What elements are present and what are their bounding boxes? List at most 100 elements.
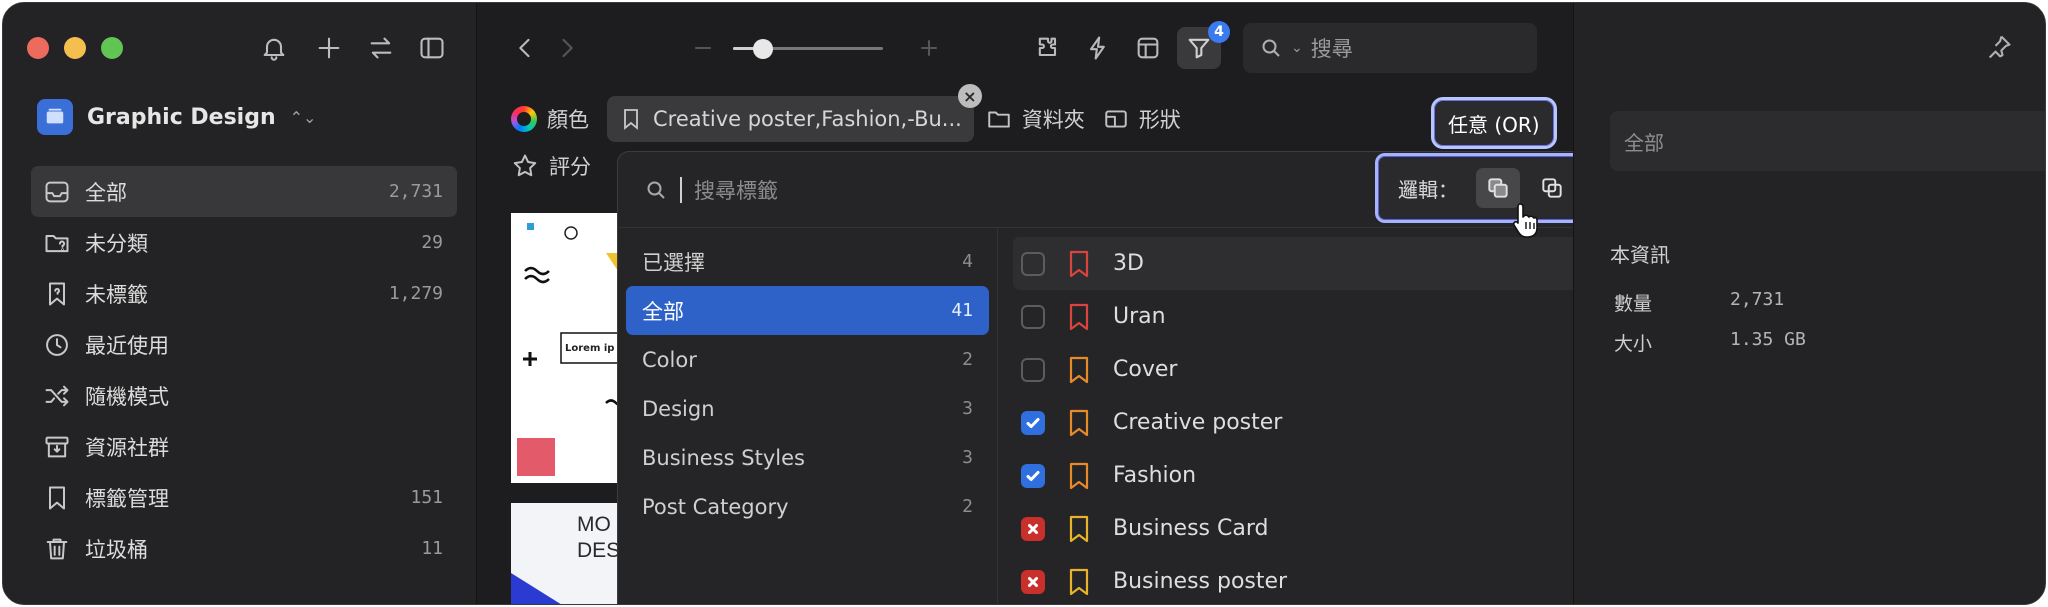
inspector-panel: 全部 本資訊 數量 2,731 大小 1.35 GB [1573, 3, 2045, 604]
tag-checkbox[interactable] [1021, 251, 1045, 276]
close-window-button[interactable] [27, 37, 49, 59]
tag-checkbox[interactable] [1021, 410, 1045, 435]
tag-row[interactable]: 3D27 [1013, 237, 1632, 290]
sidebar-item-label: 標籤管理 [85, 486, 169, 511]
tag-group-count: 41 [951, 300, 973, 321]
asset-thumbnail[interactable]: Lorem ip [511, 213, 626, 483]
forward-icon[interactable] [550, 31, 584, 65]
sidebar-item[interactable]: 資源社群 [31, 421, 457, 472]
sidebar-item[interactable]: 標籤管理 151 [31, 472, 457, 523]
sidebar-item-count: 1,279 [388, 283, 443, 304]
tag-icon [1067, 356, 1091, 384]
tag-group-count: 4 [962, 251, 973, 272]
sidebar-item[interactable]: 全部 2,731 [31, 166, 457, 217]
tag-search-placeholder: 搜尋標籤 [694, 178, 778, 203]
color-filter[interactable]: 顏色 [511, 104, 589, 134]
tag-group-item[interactable]: Post Category 2 [626, 482, 989, 531]
zoom-window-button[interactable] [101, 37, 123, 59]
tag-group-count: 2 [962, 349, 973, 370]
rating-filter-label: 評分 [549, 155, 591, 179]
bell-icon[interactable] [257, 31, 291, 65]
tag-row[interactable]: Business poster6 [1013, 555, 1632, 604]
shuffle-icon [45, 385, 69, 406]
folder-filter-label: 資料夾 [1021, 108, 1085, 132]
pointer-hand-icon [1512, 203, 1538, 238]
tag-row[interactable]: Uran13 [1013, 290, 1632, 343]
x-icon [1028, 523, 1038, 534]
tag-list: 3D27Uran13Cover29Creative poster5Fashion… [999, 229, 1646, 604]
sidebar-item[interactable]: 未標籤 1,279 [31, 268, 457, 319]
tag-checkbox[interactable] [1021, 304, 1045, 329]
tag-icon [1067, 462, 1091, 490]
tag-group-item[interactable]: Business Styles 3 [626, 433, 989, 482]
library-name: Graphic Design [87, 104, 276, 130]
tag-group-item[interactable]: 已選擇 4 [626, 237, 989, 286]
logic-label: 邏輯： [1398, 177, 1458, 202]
sidebar-item-label: 未標籤 [85, 282, 148, 307]
pin-icon[interactable] [1985, 33, 2015, 63]
sidebar-item[interactable]: 最近使用 [31, 319, 457, 370]
tag-group-item[interactable]: 全部 41 [626, 286, 989, 335]
tag-checkbox[interactable] [1021, 516, 1045, 541]
folder-filter[interactable]: 資料夾 [986, 104, 1085, 134]
sidebar-item[interactable]: 未分類 29 [31, 217, 457, 268]
sidebar-item-count: 11 [421, 538, 443, 559]
tag-checkbox[interactable] [1021, 463, 1045, 488]
tag-row[interactable]: Fashion280 [1013, 449, 1632, 502]
tag-filter-label: Creative poster,Fashion,-Bu... [653, 107, 962, 131]
tag-name: Cover [1113, 357, 1178, 382]
lightning-icon[interactable] [1081, 31, 1115, 65]
library-icon [37, 99, 73, 135]
shape-filter[interactable]: 形狀 [1103, 104, 1181, 134]
tag-question-icon [49, 282, 65, 305]
search-icon [1262, 39, 1280, 57]
minimize-window-button[interactable] [64, 37, 86, 59]
tag-checkbox[interactable] [1021, 357, 1045, 382]
sidebar-item[interactable]: 垃圾桶 11 [31, 523, 457, 574]
union-icon [1488, 178, 1508, 198]
search-input[interactable]: ⌄ 搜尋 [1243, 23, 1537, 73]
folder-icon [988, 111, 1010, 128]
layout-icon[interactable] [1131, 31, 1165, 65]
x-icon [1028, 576, 1038, 587]
sidebar-item-label: 隨機模式 [85, 384, 169, 409]
tag-row[interactable]: Creative poster5 [1013, 396, 1632, 449]
sidebar-item-count: 2,731 [388, 181, 443, 202]
sidebar-item-label: 全部 [85, 180, 127, 205]
tag-row[interactable]: Business Card44 [1013, 502, 1632, 555]
trash-icon [46, 538, 68, 559]
tag-group-item[interactable]: Color 2 [626, 335, 989, 384]
inspector-field[interactable]: 全部 [1610, 111, 2045, 171]
check-icon [1026, 470, 1040, 481]
zoom-out-icon[interactable] [686, 31, 720, 65]
tag-filter-chip[interactable]: Creative poster,Fashion,-Bu... × [607, 84, 982, 142]
tag-group-label: Color [642, 347, 697, 372]
tag-group-label: Post Category [642, 494, 789, 519]
intersect-icon [1542, 178, 1562, 198]
zoom-slider-knob[interactable] [753, 39, 773, 59]
shape-icon [1105, 110, 1127, 128]
tag-group-label: Business Styles [642, 445, 805, 470]
clear-tag-filter-icon[interactable]: × [957, 84, 982, 108]
tag-group-item[interactable]: Design 3 [626, 384, 989, 433]
tag-checkbox[interactable] [1021, 569, 1045, 594]
puzzle-icon[interactable] [1031, 31, 1065, 65]
color-wheel-icon [511, 106, 537, 132]
tag-row[interactable]: Cover29 [1013, 343, 1632, 396]
search-placeholder: 搜尋 [1310, 37, 1353, 61]
filter-icon [1188, 38, 1210, 59]
zoom-in-icon[interactable] [912, 31, 946, 65]
sidebar-item[interactable]: 隨機模式 [31, 370, 457, 421]
color-filter-label: 顏色 [547, 108, 589, 132]
app-window: Graphic Design ⌃⌄ 全部 2,731 未分類 29 未標籤 1,279 最近… [2, 2, 2046, 605]
asset-thumbnail[interactable]: MO DES [511, 503, 626, 604]
swap-icon[interactable] [364, 31, 398, 65]
archive-icon [45, 436, 69, 457]
tag-group-count: 3 [962, 398, 973, 419]
plus-icon[interactable] [312, 31, 346, 65]
back-icon[interactable] [508, 31, 542, 65]
library-switcher[interactable]: Graphic Design ⌃⌄ [37, 99, 316, 135]
zoom-slider[interactable] [733, 39, 883, 59]
rating-filter[interactable]: 評分 [511, 151, 591, 181]
sidebar-toggle-icon[interactable] [415, 31, 449, 65]
